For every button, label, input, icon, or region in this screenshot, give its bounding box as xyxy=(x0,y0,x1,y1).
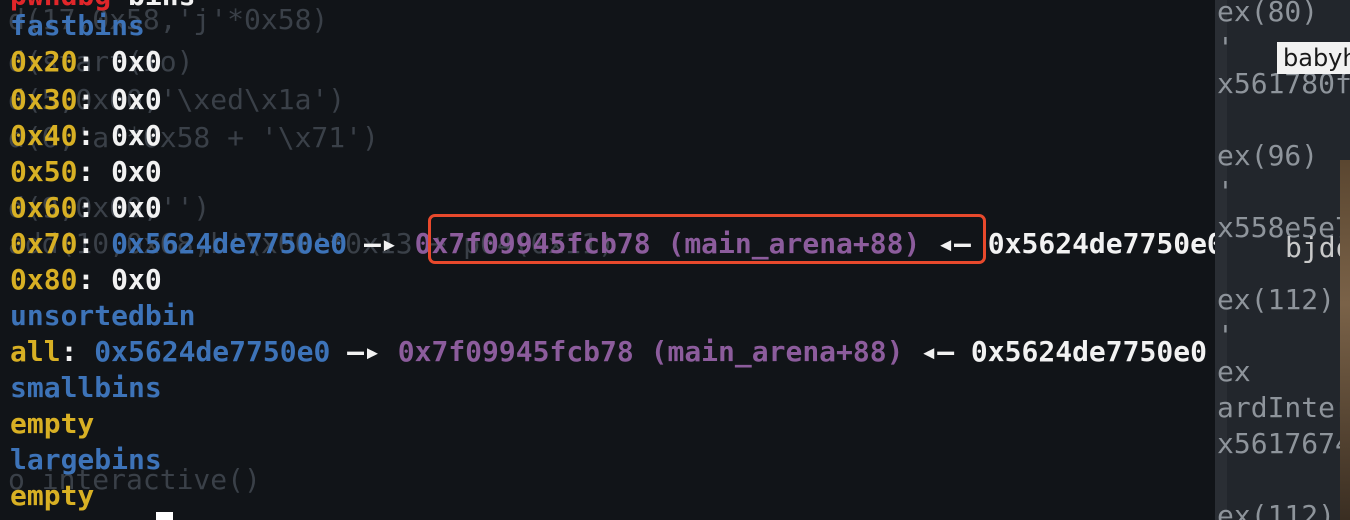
bin-value: 0x0 xyxy=(111,45,162,78)
unsortedbin-header: unsortedbin xyxy=(10,299,196,332)
fastbin-row-0x30: 0x30: 0x0 xyxy=(10,82,162,118)
right-line-2: ' xyxy=(1217,31,1234,64)
right-line-9: ex(112) xyxy=(1217,283,1336,316)
bin-value: 0x0 xyxy=(111,263,162,296)
separator: : xyxy=(77,263,95,296)
overlay-window-title[interactable]: babyh xyxy=(1277,42,1350,74)
back-pointer: 0x5624de7750e0 xyxy=(970,335,1207,368)
background-image xyxy=(1340,160,1350,520)
bin-size: all xyxy=(10,335,61,368)
bin-value: 0x0 xyxy=(111,155,162,188)
fastbin-row-0x60: 0x60: 0x0 xyxy=(10,190,162,226)
bin-size: 0x50 xyxy=(10,155,78,188)
back-arrow-icon: ◂— xyxy=(920,335,955,368)
largebins-empty: empty xyxy=(10,479,95,512)
bin-value: 0x0 xyxy=(111,191,162,224)
bin-size: 0x20 xyxy=(10,45,78,78)
bin-size: 0x60 xyxy=(10,191,78,224)
terminal-window[interactable]: d(17,0x58,'j'*0x58) d(start(io) d(5,0x60… xyxy=(0,0,1215,520)
right-line-10: ' xyxy=(1217,319,1234,352)
fastbin-row-0x20: 0x20: 0x0 xyxy=(10,44,162,80)
separator: : xyxy=(77,83,95,116)
largebins-header: largebins xyxy=(10,443,162,476)
chunk-pointer: 0x5624de7750e0 xyxy=(94,335,331,368)
right-line-15: ex(112) xyxy=(1217,499,1336,520)
fastbin-row-0x50: 0x50: 0x0 xyxy=(10,154,162,190)
right-line-13: x5617674 xyxy=(1217,427,1350,460)
chunk-pointer: 0x5624de7750e0 xyxy=(111,227,348,260)
separator: : xyxy=(77,119,95,152)
unsortedbin-all-row: all: 0x5624de7750e0 —▸ 0x7f09945fcb78 (m… xyxy=(10,334,1207,370)
right-line-5: ex(96) xyxy=(1217,139,1319,172)
highlight-box xyxy=(428,214,986,264)
right-line-1: ex(80) xyxy=(1217,0,1319,28)
fastbin-row-0x40: 0x40: 0x0 xyxy=(10,118,162,154)
right-side-pane[interactable]: ex(80) ' x561780f ex(96) ' x558e5e7 ex(1… xyxy=(1215,0,1350,520)
back-pointer: 0x5624de7750e0 xyxy=(987,227,1215,260)
fastbin-row-0x80: 0x80: 0x0 xyxy=(10,262,162,298)
bin-size: 0x80 xyxy=(10,263,78,296)
terminal-cursor xyxy=(156,512,173,520)
smallbins-empty: empty xyxy=(10,407,95,440)
separator: : xyxy=(77,155,95,188)
right-line-12: ardInter xyxy=(1217,391,1350,424)
separator: : xyxy=(77,227,95,260)
separator: : xyxy=(77,191,95,224)
bin-size: 0x70 xyxy=(10,227,78,260)
bin-value: 0x0 xyxy=(111,83,162,116)
arena-target: 0x7f09945fcb78 (main_arena+88) xyxy=(397,335,904,368)
bin-size: 0x30 xyxy=(10,83,78,116)
smallbins-header: smallbins xyxy=(10,371,162,404)
separator: : xyxy=(60,335,78,368)
forward-arrow-icon: —▸ xyxy=(364,227,398,260)
bin-value: 0x0 xyxy=(111,119,162,152)
forward-arrow-icon: —▸ xyxy=(347,335,381,368)
separator: : xyxy=(77,45,95,78)
right-line-6: ' xyxy=(1217,175,1234,208)
bin-size: 0x40 xyxy=(10,119,78,152)
fastbins-header: fastbins xyxy=(10,9,145,42)
right-line-11: ex xyxy=(1217,355,1251,388)
